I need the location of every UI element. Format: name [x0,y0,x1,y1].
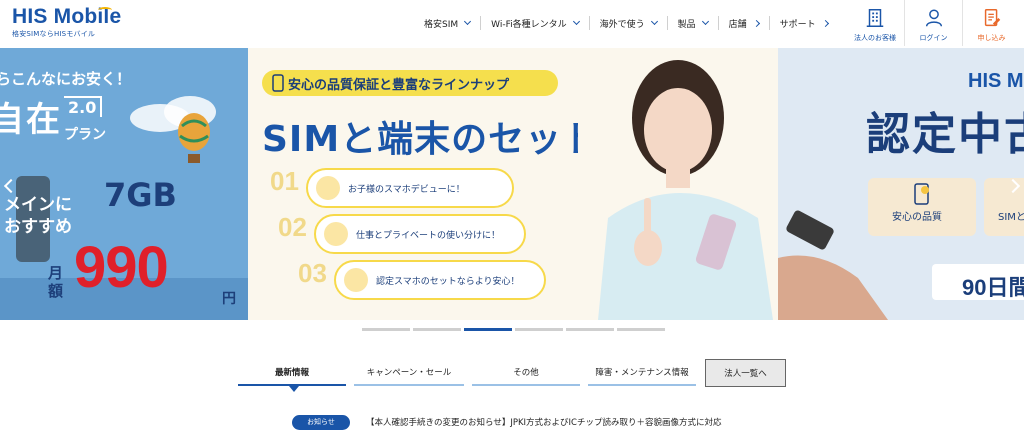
tab-label: キャンペーン・セール [366,368,452,378]
chevron-down-icon [701,17,709,26]
feature-item: お子様のスマホデビューに！ [306,168,514,208]
balloon-illustration [178,113,210,163]
chevron-down-icon [650,17,658,26]
active-tab-pointer [289,386,299,392]
child-icon [316,176,340,200]
certified-phone-icon [344,268,368,292]
site-logo[interactable]: HIS Mobile 格安SIMならHISモバイル [12,6,132,42]
building-icon [866,9,884,27]
login-button[interactable]: ログイン [904,0,962,46]
news-item[interactable]: お知らせ 【本人確認手続きの変更のお知らせ】JPKI方式およびICチップ読み取り… [292,414,722,430]
slide-plan-price[interactable]: らこんなにお安く！ 自在 2.0 プラン メインに おすすめ 7GB 月額 99… [0,48,248,320]
slide-sim-device-set[interactable]: 安心の品質保証と豊富なラインナップ SIMと端末のセット 01 お子様のスマホデ… [248,48,778,320]
chevron-right-icon [752,19,760,27]
carousel-dot[interactable] [362,328,410,331]
feature-card-text: 安心の品質 [892,212,942,223]
news-tabs: 最新情報 キャンペーン・セール その他 障害・メンテナンス情報 [238,360,718,392]
slide-certified-used[interactable]: HIS M 認定中古 安心の品質 SIMと 90日間 [778,48,1024,320]
chevron-down-icon [464,17,472,26]
main-nav: 格安SIM Wi-Fi各種レンタル 海外で使う 製品 店舗 サポート [418,0,838,46]
slide-brand: HIS M [968,70,1024,92]
slide-title: SIMと端末のセット [262,119,600,160]
site-header: HIS Mobile 格安SIMならHISモバイル 格安SIM Wi-Fi各種レ… [0,0,1024,48]
banner-text: 安心の品質保証と豊富なラインナップ [288,78,510,93]
application-form-icon [984,9,1000,27]
tab-label: 障害・メンテナンス情報 [595,368,689,378]
nav-item-label: 店舗 [728,19,747,30]
feature-text: お子様のスマホデビューに！ [348,184,465,195]
feature-card-text: SIMと [998,212,1024,223]
news-title: 【本人確認手続きの変更のお知らせ】JPKI方式およびICチップ読み取り＋容貌画像… [366,418,722,428]
tab-latest[interactable]: 最新情報 [238,360,346,386]
chevron-down-icon [572,17,580,26]
apply-button[interactable]: 申し込み [962,0,1020,46]
nav-item-label: 海外で使う [599,19,645,30]
plan-suffix: プラン [64,127,106,143]
nav-item-wifi[interactable]: Wi-Fi各種レンタル [480,16,588,30]
carousel-dot[interactable] [464,328,512,331]
feature-text: 認定スマホのセットならより安心！ [376,276,520,287]
plan-name: 自在 [0,100,62,140]
nav-item-support[interactable]: サポート [768,16,838,30]
carousel-dot[interactable] [515,328,563,331]
price-value: 990 [74,235,169,300]
nav-item-label: 製品 [677,19,696,30]
chevron-right-icon [821,19,829,27]
logo-text: HIS Mobile [12,5,122,28]
slide-title: 認定中古 [866,109,1024,160]
certified-phone-icon [914,183,929,205]
tab-campaign[interactable]: キャンペーン・セール [354,360,464,386]
logo-tagline: 格安SIMならHISモバイル [12,30,96,38]
phone-icon [272,74,284,92]
corporate-list-label: 法人一覧へ [724,369,767,379]
hero-carousel: らこんなにお安く！ 自在 2.0 プラン メインに おすすめ 7GB 月額 99… [0,48,1024,320]
feature-text: 仕事とプライベートの使い分けに！ [356,230,501,241]
tab-other[interactable]: その他 [472,360,580,386]
nav-item-label: 格安SIM [424,19,459,30]
nav-item-label: Wi-Fi各種レンタル [491,19,567,30]
item-number: 03 [298,258,327,288]
woman-with-phone-photo [578,48,778,320]
carousel-dot[interactable] [617,328,665,331]
nav-item-overseas[interactable]: 海外で使う [588,16,667,30]
item-number: 01 [270,166,299,196]
corporate-list-button[interactable]: 法人一覧へ [705,359,786,387]
corporate-button[interactable]: 法人のお客様 [846,0,904,46]
nav-item-sim[interactable]: 格安SIM [418,16,480,30]
user-icon [925,9,942,27]
carousel-dot[interactable] [413,328,461,331]
item-number: 02 [278,212,307,242]
guarantee-days: 90日間 [962,275,1024,300]
nav-item-stores[interactable]: 店舗 [717,16,769,30]
corporate-label: 法人のお客様 [854,34,896,42]
tab-maintenance[interactable]: 障害・メンテナンス情報 [588,360,696,386]
hand-with-phone-photo [778,210,888,320]
apply-label: 申し込み [977,34,1006,42]
tab-label: その他 [513,368,539,378]
logo-swoosh [98,7,112,13]
carousel-dot[interactable] [566,328,614,331]
tab-label: 最新情報 [274,368,309,378]
plan-version: 2.0 [64,96,103,117]
header-actions: 法人のお客様 ログイン 申し込み [846,0,1024,46]
slide-headline: らこんなにお安く！ [0,70,132,88]
feature-item: 仕事とプライベートの使い分けに！ [314,214,526,254]
carousel-pagination [362,328,668,331]
nav-item-products[interactable]: 製品 [666,16,718,30]
briefcase-icon [324,222,348,246]
feature-item: 認定スマホのセットならより安心！ [334,260,546,300]
nav-item-label: サポート [779,19,816,30]
data-amount: 7GB [104,176,177,214]
news-badge: お知らせ [292,414,350,430]
monthly-label: 月額 [48,264,64,300]
yen-label: 円 [222,291,236,307]
recommend-text: メインに おすすめ [4,195,72,237]
login-label: ログイン [919,34,948,42]
